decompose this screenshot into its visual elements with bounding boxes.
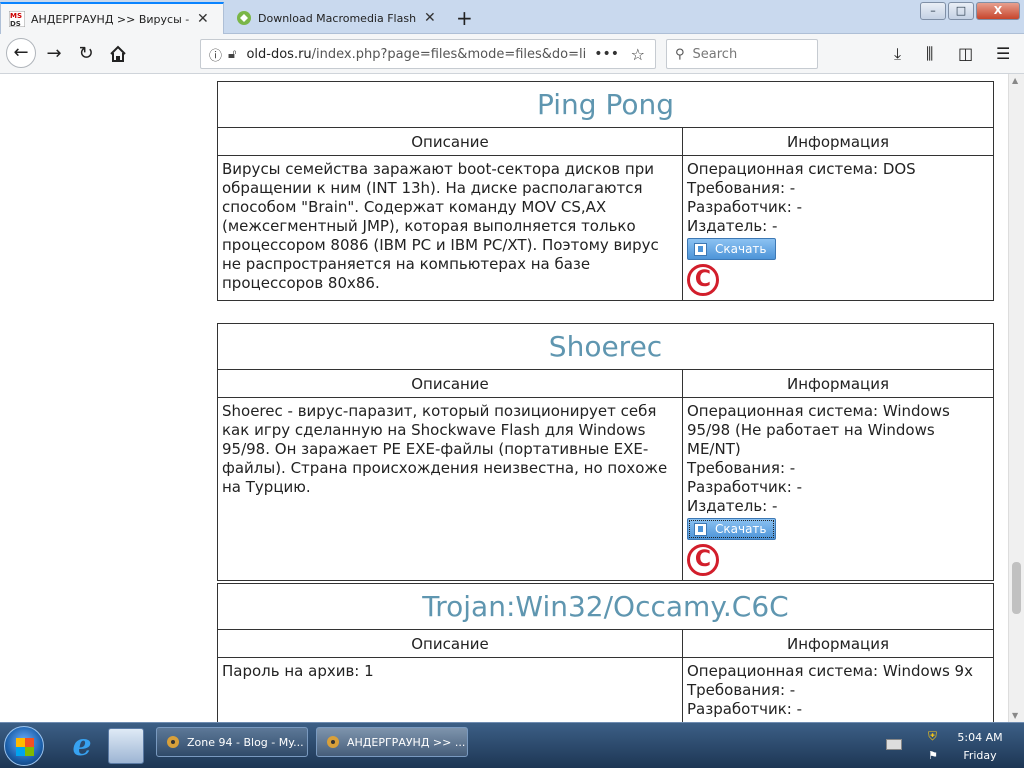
tab-title: Download Macromedia Flash 8 xyxy=(258,11,416,25)
url-path: /index.php?page=files&mode=files&do=lis xyxy=(311,46,587,62)
download-button[interactable]: Скачать xyxy=(687,518,776,540)
tab-inactive[interactable]: Download Macromedia Flash 8 ✕ xyxy=(228,2,450,34)
tab-active[interactable]: MS DS АНДЕРГРАУНД >> Вирусы - Ста ✕ xyxy=(0,2,224,34)
virus-description: Shoerec - вирус-паразит, который позицио… xyxy=(217,397,683,581)
reload-icon: ↻ xyxy=(78,43,94,64)
sidebar-icon[interactable]: ◫ xyxy=(958,44,973,63)
taskbar-item[interactable]: АНДЕРГРАУНД >> ... xyxy=(316,727,468,757)
app-icon xyxy=(167,736,179,748)
info-os: Операционная система: Windows 9x xyxy=(687,662,973,680)
home-button[interactable] xyxy=(106,42,130,66)
windows-taskbar: e Zone 94 - Blog - My... АНДЕРГРАУНД >> … xyxy=(0,722,1024,768)
clock-day: Friday xyxy=(963,749,997,762)
download-label: Скачать xyxy=(715,241,767,256)
url-host: old-dos.ru xyxy=(246,46,312,62)
info-requirements: Требования: - xyxy=(687,459,796,477)
arrow-right-icon: → xyxy=(46,43,62,64)
keyboard-icon[interactable] xyxy=(886,739,902,750)
menu-hamburger-icon[interactable]: ☰ xyxy=(996,44,1010,63)
info-os: Операционная система: Windows 95/98 (Не … xyxy=(687,402,950,458)
library-icon[interactable]: ⫼ xyxy=(926,44,933,64)
copyright-icon[interactable]: C xyxy=(687,543,719,576)
start-button[interactable] xyxy=(4,726,44,766)
scroll-up-arrow-icon[interactable]: ▲ xyxy=(1012,76,1018,85)
search-box[interactable]: ⚲ Search xyxy=(666,39,818,69)
copyright-icon[interactable]: C xyxy=(687,263,719,296)
search-placeholder: Search xyxy=(692,46,738,62)
taskbar-item-title: АНДЕРГРАУНД >> ... xyxy=(347,735,466,749)
virus-card: Ping Pong Описание Информация Вирусы сем… xyxy=(217,81,994,301)
virus-card: Shoerec Описание Информация Shoerec - ви… xyxy=(217,323,994,581)
windows-logo-icon xyxy=(16,738,34,756)
reload-button[interactable]: ↻ xyxy=(74,42,98,66)
scroll-down-arrow-icon[interactable]: ▼ xyxy=(1012,711,1018,720)
taskbar-item[interactable]: Zone 94 - Blog - My... xyxy=(156,727,308,757)
arrow-left-icon: ← xyxy=(13,42,29,63)
bookmark-star-icon[interactable]: ☆ xyxy=(631,45,645,64)
info-header: Информация xyxy=(682,369,994,398)
virus-description: Вирусы семейства заражают boot-сектора д… xyxy=(217,155,683,301)
svg-text:MS: MS xyxy=(10,12,22,20)
navigation-toolbar: ← → ↻ ⓘ 🔓︎ old-dos.ru/index.php?page=fil… xyxy=(0,34,1024,74)
description-header: Описание xyxy=(217,629,683,658)
close-window-button[interactable]: X xyxy=(976,2,1020,20)
info-header: Информация xyxy=(682,629,994,658)
browser-tabstrip: MS DS АНДЕРГРАУНД >> Вирусы - Ста ✕ Down… xyxy=(0,0,1024,34)
minimize-button[interactable]: – xyxy=(920,2,946,20)
info-publisher: Издатель: - xyxy=(687,217,778,235)
info-developer: Разработчик: - xyxy=(687,198,802,216)
address-bar[interactable]: ⓘ 🔓︎ old-dos.ru/index.php?page=files&mod… xyxy=(200,39,656,69)
download-icon xyxy=(694,522,707,536)
tab-close-icon[interactable]: ✕ xyxy=(197,11,209,27)
taskbar-item-title: Zone 94 - Blog - My... xyxy=(187,735,304,749)
description-header: Описание xyxy=(217,127,683,156)
security-shield-icon[interactable]: ⛨ xyxy=(928,729,937,744)
svg-text:DS: DS xyxy=(10,20,21,27)
insecure-lock-icon: 🔓︎ xyxy=(228,46,237,62)
info-developer: Разработчик: - xyxy=(687,478,802,496)
tab-close-icon[interactable]: ✕ xyxy=(424,10,436,26)
download-icon xyxy=(694,242,707,256)
clock-time: 5:04 AM xyxy=(957,731,1003,744)
internet-explorer-icon[interactable]: e xyxy=(64,728,100,764)
scroll-thumb[interactable] xyxy=(1012,562,1021,614)
url-text: old-dos.ru/index.php?page=files&mode=fil… xyxy=(246,47,586,62)
virus-info: Операционная система: DOS Требования: - … xyxy=(682,155,994,301)
page-scrollbar[interactable]: ▲ ▼ xyxy=(1008,74,1024,722)
info-requirements: Требования: - xyxy=(687,179,796,197)
page-content: Ping Pong Описание Информация Вирусы сем… xyxy=(0,74,1008,722)
maximize-button[interactable]: □ xyxy=(948,2,974,20)
page-info-icon[interactable]: ⓘ xyxy=(209,45,222,64)
info-header: Информация xyxy=(682,127,994,156)
home-icon xyxy=(110,45,126,62)
info-os: Операционная система: DOS xyxy=(687,160,916,178)
back-button[interactable]: ← xyxy=(6,38,36,68)
description-header: Описание xyxy=(217,369,683,398)
virus-title[interactable]: Ping Pong xyxy=(217,81,994,128)
search-icon: ⚲ xyxy=(675,46,685,62)
virus-info: Операционная система: Windows 95/98 (Не … xyxy=(682,397,994,581)
info-requirements: Требования: - xyxy=(687,681,796,699)
virus-description: Пароль на архив: 1 xyxy=(217,657,683,722)
virus-info: Операционная система: Windows 9x Требова… xyxy=(682,657,994,722)
download-button[interactable]: Скачать xyxy=(687,238,776,260)
virus-title[interactable]: Trojan:Win32/Occamy.C6C xyxy=(217,583,994,630)
app-icon xyxy=(327,736,339,748)
window-controls: – □ X xyxy=(920,2,1020,20)
downloads-icon[interactable]: ⤓ xyxy=(894,44,901,64)
file-explorer-icon[interactable] xyxy=(108,728,144,764)
virus-card: Trojan:Win32/Occamy.C6C Описание Информа… xyxy=(217,583,994,722)
action-center-flag-icon[interactable]: ⚑ xyxy=(928,749,938,762)
download-site-favicon-icon xyxy=(237,11,251,25)
info-publisher: Издатель: - xyxy=(687,497,778,515)
page-actions-icon[interactable]: ••• xyxy=(594,46,619,62)
system-clock[interactable]: 5:04 AM Friday xyxy=(944,729,1016,765)
tab-title: АНДЕРГРАУНД >> Вирусы - Ста xyxy=(31,12,189,26)
virus-title[interactable]: Shoerec xyxy=(217,323,994,370)
info-developer: Разработчик: - xyxy=(687,700,802,718)
download-label: Скачать xyxy=(715,521,767,536)
new-tab-button[interactable]: + xyxy=(456,6,473,30)
site-favicon-icon: MS DS xyxy=(9,11,25,27)
forward-button[interactable]: → xyxy=(42,42,66,66)
